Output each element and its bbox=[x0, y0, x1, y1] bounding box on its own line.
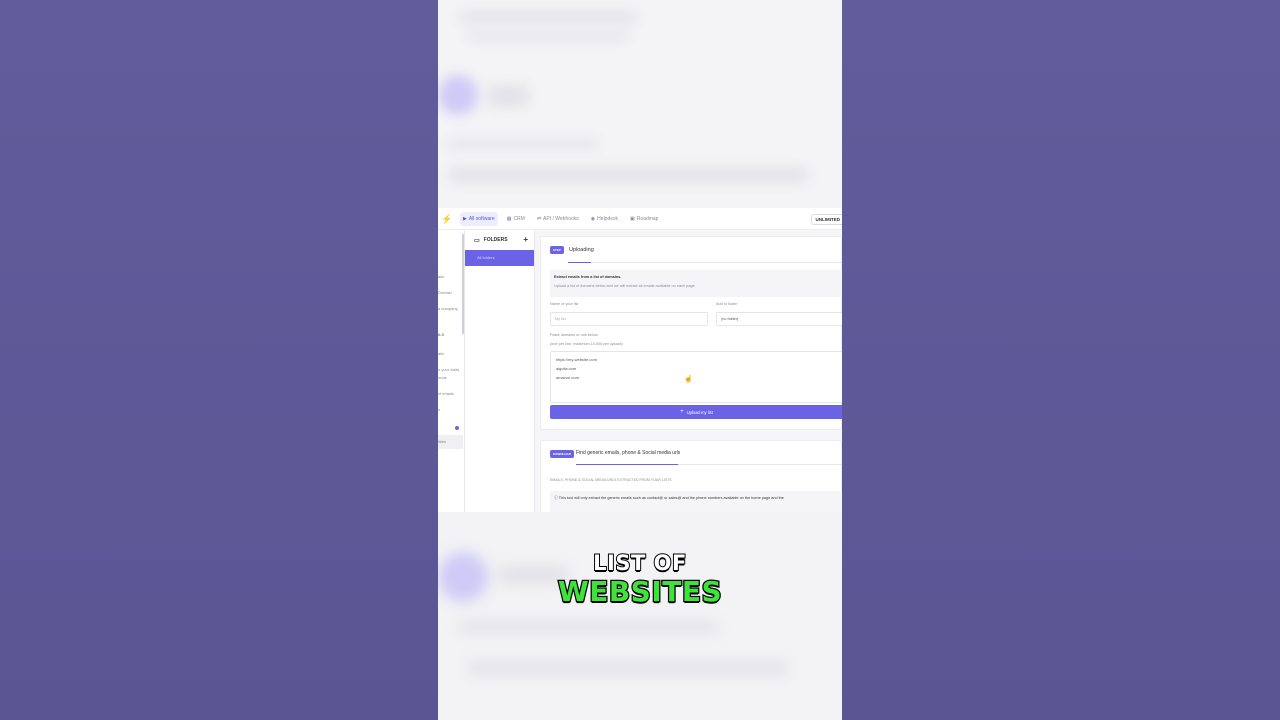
domain-line: https://my-website.com bbox=[556, 357, 597, 362]
nav-all-software[interactable]: ▶ All software bbox=[460, 211, 498, 226]
step-badge: STEP bbox=[550, 246, 564, 254]
sidebar-item[interactable]: ouds bbox=[438, 375, 447, 380]
generic-card-subtitle: EMAILS, PHONE & SOCIAL MEDIA URLS EXTRAC… bbox=[550, 478, 672, 482]
sidebar-scrollbar[interactable] bbox=[462, 234, 464, 334]
paste-hint: (one per line, maximum 10,000 per upload… bbox=[550, 342, 623, 346]
folder-select[interactable]: (no folder) bbox=[716, 312, 842, 326]
active-tab-underline bbox=[576, 464, 678, 465]
sidebar-item[interactable]: a company bbox=[438, 306, 458, 311]
calendar-icon: ▣ bbox=[630, 215, 635, 222]
info-text: Upload a list of domains below and we wi… bbox=[554, 284, 696, 288]
left-background bbox=[0, 0, 438, 720]
upload-card: STEP Uploading Extract emails from a lis… bbox=[540, 236, 842, 430]
sidebar-item[interactable]: n your visits bbox=[438, 367, 459, 372]
plan-badge[interactable]: UNLIMITED bbox=[810, 214, 842, 225]
folder-select-label: Add to folder bbox=[716, 302, 738, 306]
play-icon: ▶ bbox=[463, 215, 467, 222]
sidebar-item[interactable]: Domain bbox=[438, 290, 452, 295]
help-icon: ◉ bbox=[590, 215, 596, 222]
left-sidebar: ails Domain a company ILS ails n your vi… bbox=[438, 230, 465, 512]
notification-dot bbox=[455, 426, 459, 430]
top-navigation: ⚡ ▶ All software ▦ CRM ⇄ API / Webhooks … bbox=[438, 208, 842, 230]
sidebar-item[interactable]: ct emails bbox=[438, 391, 454, 396]
tab-divider bbox=[678, 464, 842, 465]
sidebar-item[interactable]: ails bbox=[438, 351, 444, 356]
caption-line-1: LIST OF bbox=[592, 550, 687, 576]
generic-emails-card: DOWNLOAD Find generic emails, phone & So… bbox=[540, 440, 842, 512]
lightning-logo-icon: ⚡ bbox=[441, 213, 453, 224]
info-box: Extract emails from a list of domains. U… bbox=[550, 270, 842, 297]
list-name-input[interactable]: My list bbox=[550, 312, 708, 326]
folder-item-all[interactable]: All folders bbox=[465, 250, 534, 266]
domains-textarea[interactable]: https://my-website.com algolia.com amazo… bbox=[550, 351, 842, 403]
active-tab-underline bbox=[568, 262, 591, 263]
list-name-label: Name of your list bbox=[550, 302, 579, 306]
sidebar-item-selected[interactable]: lities bbox=[438, 435, 463, 449]
folders-panel: ▭ FOLDERS + All folders bbox=[465, 230, 535, 512]
blurred-footer bbox=[438, 512, 842, 720]
crm-icon: ▦ bbox=[506, 215, 512, 222]
tab-divider bbox=[591, 262, 842, 263]
sidebar-item[interactable]: n bbox=[438, 407, 440, 412]
folders-header: ▭ FOLDERS + bbox=[474, 235, 528, 244]
add-folder-button[interactable]: + bbox=[523, 236, 528, 244]
upload-card-title: Uploading bbox=[569, 247, 594, 253]
paste-label: Paste domains or urls below bbox=[550, 333, 598, 337]
upload-list-button[interactable]: + Upload my list bbox=[550, 405, 842, 419]
nav-api-webhooks[interactable]: ⇄ API / Webhooks bbox=[534, 212, 582, 226]
sidebar-item[interactable]: ails bbox=[438, 274, 444, 279]
right-background bbox=[842, 0, 1280, 720]
plus-icon: + bbox=[680, 409, 684, 415]
domain-line: amazon.com bbox=[556, 375, 579, 380]
info-title: Extract emails from a list of domains. bbox=[554, 275, 622, 279]
download-badge: DOWNLOAD bbox=[550, 450, 574, 458]
app-screenshot: ⚡ ▶ All software ▦ CRM ⇄ API / Webhooks … bbox=[438, 208, 842, 512]
nav-roadmap[interactable]: ▣ Roadmap bbox=[627, 212, 661, 226]
mouse-cursor-icon: ☝ bbox=[684, 376, 693, 383]
blurred-header bbox=[438, 0, 842, 208]
nav-crm[interactable]: ▦ CRM bbox=[504, 212, 528, 226]
info-text: ⓘ This tool will only extract the generi… bbox=[554, 496, 784, 500]
nav-helpdesk[interactable]: ◉ Helpdesk bbox=[588, 212, 621, 226]
video-frame: ⚡ ▶ All software ▦ CRM ⇄ API / Webhooks … bbox=[438, 0, 842, 720]
sidebar-section-label: ILS bbox=[438, 332, 445, 337]
api-icon: ⇄ bbox=[536, 215, 542, 222]
generic-card-title: Find generic emails, phone & Social medi… bbox=[576, 450, 681, 456]
domain-line: algolia.com bbox=[556, 366, 577, 371]
sidebar-item-label: lities bbox=[438, 439, 447, 444]
main-content: STEP Uploading Extract emails from a lis… bbox=[535, 230, 842, 512]
caption-line-2: WEBSITES bbox=[557, 574, 723, 610]
generic-info-box: ⓘ This tool will only extract the generi… bbox=[550, 491, 842, 512]
folder-icon: ▭ bbox=[474, 237, 480, 244]
